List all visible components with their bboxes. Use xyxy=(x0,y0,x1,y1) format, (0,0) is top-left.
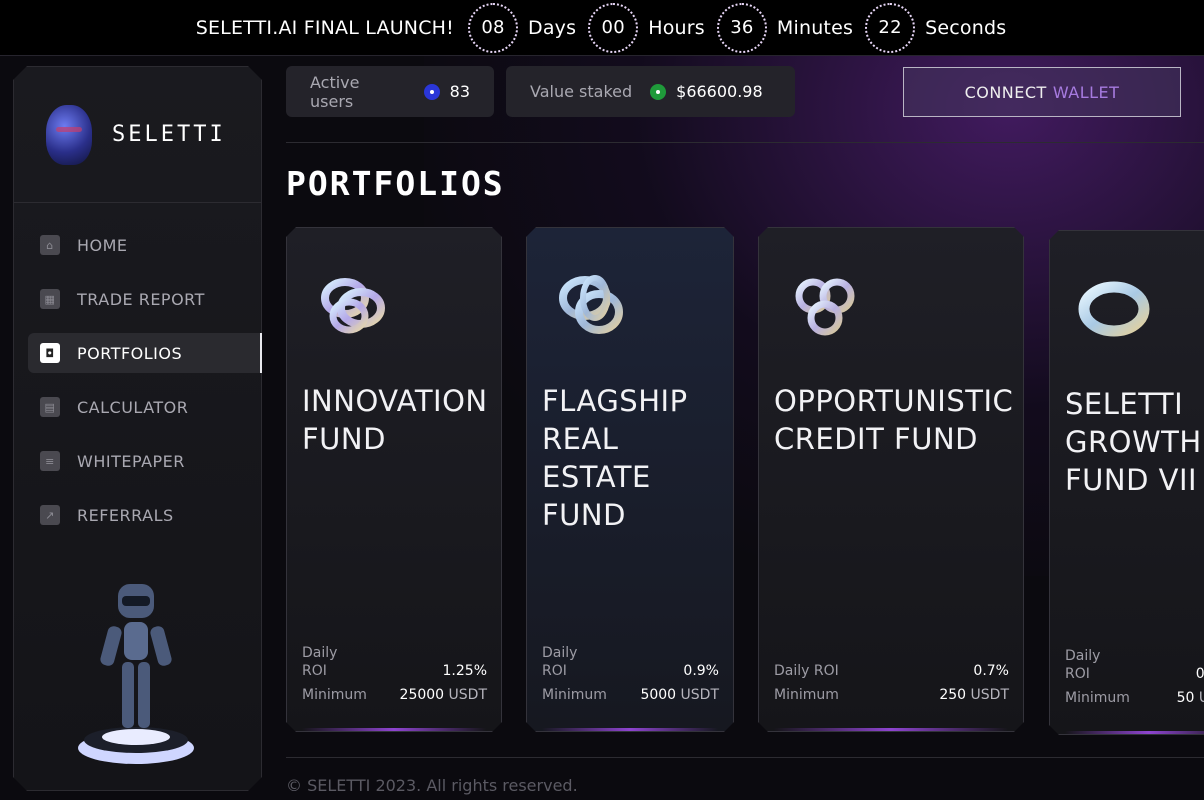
knot-art-icon xyxy=(315,268,391,342)
daily-roi-value: 0.9% xyxy=(683,663,719,679)
hours-label: Hours xyxy=(648,16,705,39)
seconds-label: Seconds xyxy=(925,16,1007,39)
trefoil-knot-art-icon xyxy=(787,268,863,342)
days-label: Days xyxy=(527,16,577,39)
value-staked-indicator-icon xyxy=(650,83,667,100)
wallet-label: WALLET xyxy=(1052,82,1120,102)
sidebar-item-calculator[interactable]: ▤ CALCULATOR xyxy=(28,387,262,427)
portfolio-card-opportunistic-credit-fund[interactable]: OPPORTUNISTIC CREDIT FUND Daily ROI 0.7%… xyxy=(758,227,1024,732)
launch-title: SELETTI.AI FINAL LAUNCH! xyxy=(195,16,454,39)
portfolio-card-seletti-growth-fund-vii[interactable]: SELETTI GROWTH FUND VII Daily ROI 0.5 Mi… xyxy=(1049,230,1204,735)
value-staked-stat: Value staked $66600.98 xyxy=(506,66,795,117)
value-staked-label: Value staked xyxy=(530,82,633,101)
footer-copyright: © SELETTI 2023. All rights reserved. xyxy=(286,776,578,795)
sidebar-item-label: WHITEPAPER xyxy=(77,451,185,471)
header-divider xyxy=(286,142,1204,143)
daily-roi-label-line: Daily xyxy=(542,645,578,661)
portfolio-card-innovation-fund[interactable]: INNOVATION FUND Daily ROI 1.25% Minimum … xyxy=(286,227,502,732)
connect-wallet-button[interactable]: CONNECT WALLET xyxy=(903,67,1181,117)
brand[interactable]: SELETTI xyxy=(14,67,261,203)
sidebar: SELETTI ⌂ HOME ▦ TRADE REPORT ◘ PORTFOLI… xyxy=(13,66,262,791)
minimum-value: 250 xyxy=(939,687,967,703)
portfolio-stats: Daily ROI 0.5 Minimum 50 US xyxy=(1065,648,1204,706)
minimum-value: 50 xyxy=(1176,690,1195,706)
page-title: PORTFOLIOS xyxy=(286,164,505,203)
sidebar-item-label: HOME xyxy=(77,235,128,255)
footer-divider xyxy=(286,757,1204,758)
minimum-value: 25000 xyxy=(399,687,445,703)
seconds-counter: 22 xyxy=(865,2,916,53)
portfolio-stats: Daily ROI 1.25% Minimum 25000 USDT xyxy=(302,645,487,703)
minimum-label: Minimum xyxy=(302,687,367,703)
robot-mascot-image xyxy=(78,584,194,764)
sidebar-item-label: CALCULATOR xyxy=(77,397,189,417)
connect-label: CONNECT xyxy=(964,82,1047,102)
active-users-stat: Active users 83 xyxy=(286,66,494,117)
sidebar-item-whitepaper[interactable]: ≡ WHITEPAPER xyxy=(28,441,262,481)
daily-roi-label-line: Daily xyxy=(1065,648,1101,664)
currency-label: USDT xyxy=(680,687,719,703)
sidebar-item-label: TRADE REPORT xyxy=(77,289,205,309)
minutes-counter: 36 xyxy=(716,2,767,53)
hours-counter: 00 xyxy=(588,2,639,53)
minutes-label: Minutes xyxy=(776,16,854,39)
calculator-icon: ▤ xyxy=(40,397,60,417)
minimum-value: 5000 xyxy=(640,687,677,703)
daily-roi-label: ROI xyxy=(1065,666,1090,682)
currency-label: US xyxy=(1198,690,1204,706)
sidebar-item-home[interactable]: ⌂ HOME xyxy=(28,225,262,265)
portfolio-stats: Daily ROI 0.7% Minimum 250 USDT xyxy=(774,655,1009,703)
wallet-icon: ◘ xyxy=(40,343,60,363)
sidebar-item-trade-report[interactable]: ▦ TRADE REPORT xyxy=(28,279,262,319)
arrow-up-right-icon: ↗ xyxy=(40,505,60,525)
sidebar-item-label: PORTFOLIOS xyxy=(77,343,183,363)
daily-roi-value: 0.5 xyxy=(1195,666,1204,682)
brand-name: SELETTI xyxy=(112,122,226,147)
portfolio-stats: Daily ROI 0.9% Minimum 5000 USDT xyxy=(542,645,719,703)
active-users-label: Active users xyxy=(310,72,360,111)
daily-roi-label-line: Daily xyxy=(302,645,338,661)
minimum-label: Minimum xyxy=(542,687,607,703)
portfolio-name: OPPORTUNISTIC CREDIT FUND xyxy=(774,384,1014,456)
home-icon: ⌂ xyxy=(40,235,60,255)
value-staked-value: $66600.98 xyxy=(676,82,763,101)
minimum-label: Minimum xyxy=(774,687,839,703)
grid-icon: ▦ xyxy=(40,289,60,309)
knot-art-icon xyxy=(555,268,631,342)
portfolio-name: INNOVATION FUND xyxy=(302,384,488,456)
daily-roi-label: Daily ROI xyxy=(774,663,839,679)
countdown-banner: SELETTI.AI FINAL LAUNCH! 08 Days 00 Hour… xyxy=(0,0,1204,56)
daily-roi-label: ROI xyxy=(302,663,327,679)
currency-label: USDT xyxy=(448,687,487,703)
ai-head-logo-icon xyxy=(46,104,92,165)
sidebar-item-portfolios[interactable]: ◘ PORTFOLIOS xyxy=(28,333,262,373)
sidebar-item-referrals[interactable]: ↗ REFERRALS xyxy=(28,495,262,535)
sidebar-item-label: REFERRALS xyxy=(77,505,174,525)
portfolio-name: SELETTI GROWTH FUND VII xyxy=(1065,387,1202,497)
torus-art-icon xyxy=(1078,271,1154,345)
portfolio-name: FLAGSHIP REAL ESTATE FUND xyxy=(542,384,688,532)
portfolio-card-flagship-real-estate-fund[interactable]: FLAGSHIP REAL ESTATE FUND Daily ROI 0.9%… xyxy=(526,227,734,732)
active-users-value: 83 xyxy=(449,82,470,101)
minimum-label: Minimum xyxy=(1065,690,1130,706)
active-users-indicator-icon xyxy=(423,83,440,100)
daily-roi-label: ROI xyxy=(542,663,567,679)
days-counter: 08 xyxy=(467,2,518,53)
sidebar-nav: ⌂ HOME ▦ TRADE REPORT ◘ PORTFOLIOS ▤ CAL… xyxy=(14,203,262,535)
daily-roi-value: 0.7% xyxy=(973,663,1009,679)
daily-roi-value: 1.25% xyxy=(442,663,487,679)
document-icon: ≡ xyxy=(40,451,60,471)
currency-label: USDT xyxy=(970,687,1009,703)
